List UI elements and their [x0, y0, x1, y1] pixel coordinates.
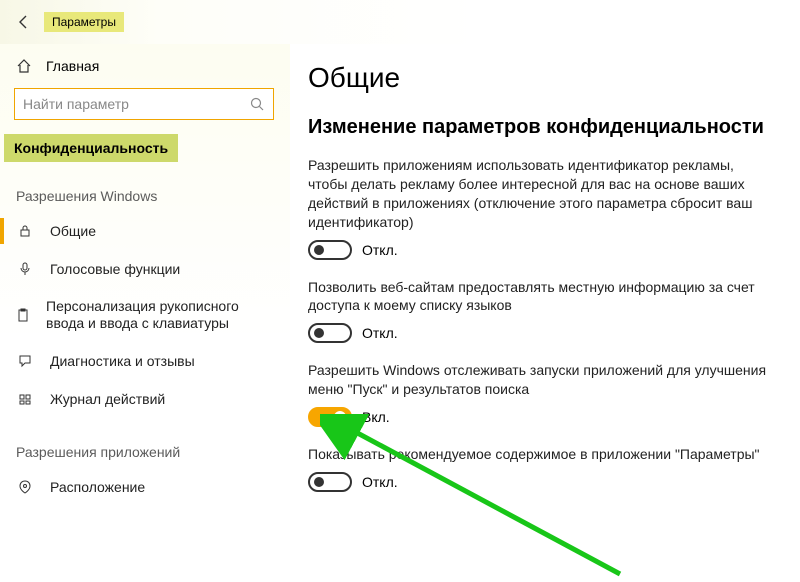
- toggle-state: Откл.: [362, 242, 398, 258]
- toggle-state: Вкл.: [362, 409, 390, 425]
- nav-inking[interactable]: Персонализация рукописного ввода и ввода…: [0, 288, 290, 342]
- toggle-language-list[interactable]: [308, 323, 352, 343]
- nav-home-label: Главная: [46, 58, 99, 74]
- toggle-suggested-content[interactable]: [308, 472, 352, 492]
- setting-text: Позволить веб-сайтам предоставлять местн…: [308, 278, 776, 316]
- clipboard-icon: [16, 306, 30, 324]
- nav-home[interactable]: Главная: [0, 50, 290, 82]
- setting-language-list: Позволить веб-сайтам предоставлять местн…: [308, 278, 776, 344]
- setting-ad-id: Разрешить приложениям использовать идент…: [308, 156, 776, 260]
- nav-label: Общие: [50, 223, 96, 239]
- nav-label: Журнал действий: [50, 391, 165, 407]
- setting-text: Разрешить Windows отслеживать запуски пр…: [308, 361, 776, 399]
- section-title: Изменение параметров конфиденциальности: [308, 114, 776, 140]
- feedback-icon: [16, 352, 34, 370]
- nav-diagnostics[interactable]: Диагностика и отзывы: [0, 342, 290, 380]
- search-icon: [249, 96, 265, 112]
- page-title: Общие: [308, 62, 776, 94]
- nav-label: Расположение: [50, 479, 145, 495]
- search-field[interactable]: [23, 96, 249, 112]
- window-title: Параметры: [44, 12, 124, 32]
- setting-text: Показывать рекомендуемое содержимое в пр…: [308, 445, 776, 464]
- toggle-app-launch-tracking[interactable]: [308, 407, 352, 427]
- nav-label: Персонализация рукописного ввода и ввода…: [46, 298, 274, 332]
- group-app-permissions: Разрешения приложений: [0, 418, 290, 468]
- content-pane: Общие Изменение параметров конфиденциаль…: [290, 44, 800, 582]
- setting-app-launch-tracking: Разрешить Windows отслеживать запуски пр…: [308, 361, 776, 427]
- setting-text: Разрешить приложениям использовать идент…: [308, 156, 776, 232]
- sidebar: Главная Конфиденциальность Разрешения Wi…: [0, 44, 290, 582]
- category-label: Конфиденциальность: [4, 134, 178, 162]
- group-windows-permissions: Разрешения Windows: [0, 162, 290, 212]
- search-input[interactable]: [14, 88, 274, 120]
- nav-voice[interactable]: Голосовые функции: [0, 250, 290, 288]
- nav-label: Голосовые функции: [50, 261, 180, 277]
- location-icon: [16, 478, 34, 496]
- nav-label: Диагностика и отзывы: [50, 353, 195, 369]
- home-icon: [16, 58, 32, 74]
- lock-icon: [16, 222, 34, 240]
- toggle-ad-id[interactable]: [308, 240, 352, 260]
- nav-general[interactable]: Общие: [0, 212, 290, 250]
- toggle-state: Откл.: [362, 325, 398, 341]
- nav-location[interactable]: Расположение: [0, 468, 290, 506]
- nav-activity[interactable]: Журнал действий: [0, 380, 290, 418]
- back-button[interactable]: [8, 6, 40, 38]
- setting-suggested-content: Показывать рекомендуемое содержимое в пр…: [308, 445, 776, 492]
- mic-icon: [16, 260, 34, 278]
- history-icon: [16, 390, 34, 408]
- annotation-arrow: [320, 414, 640, 582]
- toggle-state: Откл.: [362, 474, 398, 490]
